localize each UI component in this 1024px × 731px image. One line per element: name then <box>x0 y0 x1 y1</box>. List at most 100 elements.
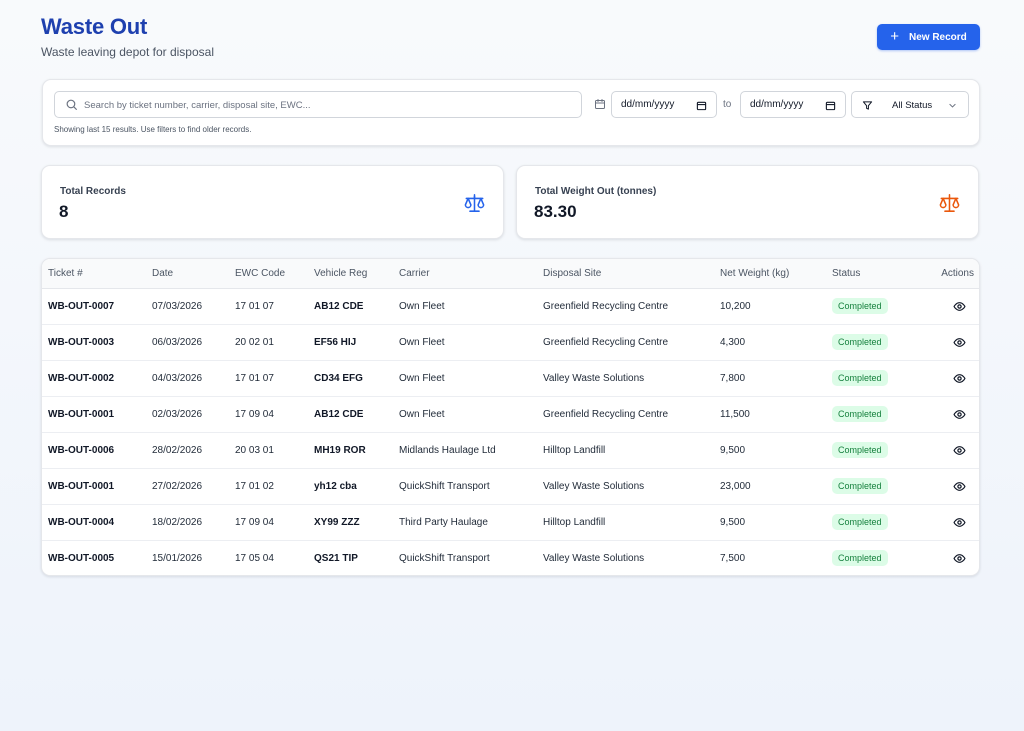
view-record-button[interactable] <box>953 337 966 348</box>
cell-disposal-site: Hilltop Landfill <box>543 504 720 541</box>
search-box[interactable] <box>54 91 582 118</box>
new-record-button[interactable]: + New Record <box>877 24 980 50</box>
cell-ewc-code: 17 01 07 <box>235 288 314 325</box>
cell-vehicle-reg: XY99 ZZZ <box>314 504 399 541</box>
search-icon <box>66 99 77 110</box>
cell-ewc-code: 17 01 07 <box>235 360 314 397</box>
view-record-button[interactable] <box>953 373 966 384</box>
cell-status: Completed <box>832 288 920 325</box>
cell-ewc-code: 17 01 02 <box>235 468 314 505</box>
cell-status: Completed <box>832 360 920 397</box>
cell-disposal-site: Greenfield Recycling Centre <box>543 396 720 433</box>
cell-disposal-site: Greenfield Recycling Centre <box>543 288 720 325</box>
column-header-ticket[interactable]: Ticket # <box>42 259 152 289</box>
status-badge: Completed <box>832 406 888 422</box>
view-record-button[interactable] <box>953 301 966 312</box>
total-weight-label: Total Weight Out (tonnes) <box>535 186 657 197</box>
cell-ewc-code: 17 05 04 <box>235 552 274 564</box>
status-filter-value: All Status <box>892 100 933 111</box>
cell-date: 28/02/2026 <box>152 432 235 469</box>
table-row[interactable]: WB-OUT-0001 02/03/2026 17 09 04 AB12 CDE Own… <box>42 396 979 433</box>
cell-ticket: WB-OUT-0003 <box>42 324 152 361</box>
eye-icon <box>953 553 966 563</box>
table-row[interactable]: WB-OUT-0004 18/02/2026 17 09 04 XY99 ZZZ Thi… <box>42 504 979 541</box>
status-badge: Completed <box>832 370 888 386</box>
cell-vehicle-reg: yh12 cba <box>314 468 399 505</box>
table-row[interactable]: WB-OUT-0006 28/02/2026 20 03 01 MH19 ROR Mid… <box>42 432 979 469</box>
table-row[interactable]: WB-OUT-0003 06/03/2026 20 02 01 EF56 HIJ Own… <box>42 324 979 361</box>
column-header-status[interactable]: Status <box>832 259 920 289</box>
eye-icon <box>953 481 966 491</box>
table-header-row: Ticket # Date EWC Code Vehicle Reg Carri… <box>42 259 979 289</box>
cell-status: Completed <box>832 468 920 505</box>
cell-carrier: Third Party Haulage <box>399 504 543 541</box>
column-header-disposal-site[interactable]: Disposal Site <box>543 259 720 289</box>
waste-out-table: Ticket # Date EWC Code Vehicle Reg Carri… <box>42 259 979 575</box>
table-body: WB-OUT-0007 07/03/2026 17 01 07 AB12 CDE Own… <box>42 288 979 575</box>
eye-icon <box>953 517 966 527</box>
eye-icon <box>953 409 966 419</box>
cell-ticket: WB-OUT-0002 <box>42 360 152 397</box>
eye-icon <box>953 337 966 347</box>
table-row[interactable]: WB-OUT-0001 27/02/2026 17 01 02 yh12 cba Qui… <box>42 468 979 505</box>
column-header-carrier[interactable]: Carrier <box>399 259 543 289</box>
status-badge: Completed <box>832 550 888 567</box>
calendar-icon <box>595 99 605 109</box>
table-row[interactable]: WB-OUT-0002 04/03/2026 17 01 07 CD34 EFG Own… <box>42 360 979 397</box>
cell-net-weight: 23,000 <box>720 468 832 505</box>
search-input[interactable] <box>84 97 574 113</box>
calendar-picker-icon[interactable] <box>825 100 836 111</box>
cell-carrier: QuickShift Transport <box>399 468 543 505</box>
column-header-date[interactable]: Date <box>152 259 235 289</box>
cell-carrier: Own Fleet <box>399 324 543 361</box>
cell-disposal-site: Valley Waste Solutions <box>543 468 720 505</box>
filter-icon <box>862 101 873 110</box>
new-record-label: New Record <box>908 31 967 43</box>
scale-icon <box>464 194 485 212</box>
cell-status: Completed <box>832 432 920 469</box>
date-to-input[interactable]: dd/mm/yyyy <box>740 91 846 118</box>
cell-disposal-site: Valley Waste Solutions <box>543 360 720 397</box>
cell-carrier: Own Fleet <box>399 360 543 397</box>
calendar-picker-icon[interactable] <box>696 100 707 111</box>
column-header-actions: Actions <box>920 259 979 289</box>
cell-ticket: WB-OUT-0007 <box>42 288 152 325</box>
cell-vehicle-reg: AB12 CDE <box>314 288 399 325</box>
date-range-separator: to <box>723 99 732 110</box>
cell-ticket: WB-OUT-0001 <box>42 468 152 505</box>
view-record-button[interactable] <box>953 445 966 456</box>
view-record-button[interactable] <box>953 409 966 420</box>
total-weight-value: 83.30 <box>534 202 577 221</box>
cell-date: 18/02/2026 <box>152 504 235 541</box>
cell-actions <box>920 324 979 361</box>
cell-actions <box>920 468 979 505</box>
column-header-net-weight[interactable]: Net Weight (kg) <box>720 259 832 289</box>
view-record-button[interactable] <box>953 553 966 564</box>
cell-date: 15/01/2026 <box>152 552 203 564</box>
view-record-button[interactable] <box>953 517 966 528</box>
cell-ewc-code: 17 09 04 <box>235 396 314 433</box>
status-filter-select[interactable]: All Status <box>851 91 969 118</box>
cell-status: Completed <box>832 396 920 433</box>
cell-status: Completed <box>832 504 920 541</box>
view-record-button[interactable] <box>953 481 966 492</box>
cell-actions <box>920 540 979 575</box>
cell-ticket: WB-OUT-0006 <box>42 432 152 469</box>
cell-vehicle-reg: MH19 ROR <box>314 432 399 469</box>
eye-icon <box>953 373 966 383</box>
status-badge: Completed <box>832 442 888 458</box>
cell-carrier: QuickShift Transport <box>399 552 490 564</box>
cell-ticket: WB-OUT-0005 <box>48 552 115 564</box>
cell-ewc-code: 20 03 01 <box>235 432 314 469</box>
cell-status: Completed <box>832 540 920 575</box>
table-row[interactable]: WB-OUT-0005 15/01/2026 17 05 04 QS21 TIP Qui… <box>42 540 979 575</box>
table-row[interactable]: WB-OUT-0007 07/03/2026 17 01 07 AB12 CDE Own… <box>42 288 979 325</box>
filter-panel: Showing last 15 results. Use filters to … <box>42 79 980 146</box>
column-header-ewc[interactable]: EWC Code <box>235 259 314 289</box>
column-header-vehicle-reg[interactable]: Vehicle Reg <box>314 259 399 289</box>
date-from-input[interactable]: dd/mm/yyyy <box>611 91 717 118</box>
cell-actions <box>920 432 979 469</box>
total-weight-card: Total Weight Out (tonnes) 83.30 <box>516 165 979 239</box>
total-records-label: Total Records <box>60 186 126 197</box>
cell-vehicle-reg: CD34 EFG <box>314 360 399 397</box>
